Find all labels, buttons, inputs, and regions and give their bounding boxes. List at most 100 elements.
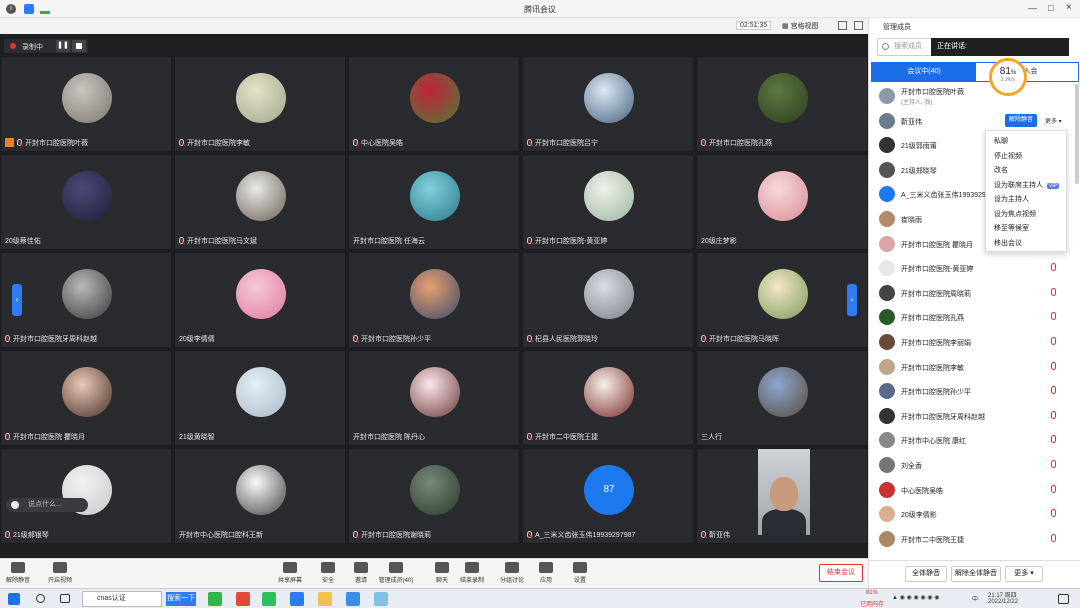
clock-date[interactable]: 2022/12/22 xyxy=(988,599,1018,605)
toolbar-button[interactable]: 开启视频 xyxy=(42,561,78,584)
video-tile[interactable]: 杞县人民医院郭晓玲 xyxy=(522,252,694,348)
video-tile[interactable]: 开封市口腔医院叶薇 xyxy=(0,56,172,152)
member-row[interactable]: 开封市口腔医院李敏 xyxy=(869,355,1075,379)
video-tile[interactable]: 开封市口腔医院 瞿晓月 xyxy=(0,350,172,446)
taskbar-search-icon[interactable] xyxy=(36,594,45,603)
layout-icon[interactable] xyxy=(854,21,863,30)
video-tile[interactable]: 三人行 xyxy=(696,350,868,446)
menu-item[interactable]: 设为主持人 xyxy=(994,194,1029,204)
task-view-icon[interactable] xyxy=(60,594,70,603)
video-tile[interactable]: 开封市口腔医院 陈丹心 xyxy=(348,350,520,446)
video-tile[interactable]: 20级李倩倩 xyxy=(174,252,346,348)
menu-item[interactable]: 停止视频 xyxy=(994,151,1022,161)
menu-item[interactable]: 设为焦点视频 xyxy=(994,209,1036,219)
mic-muted-icon[interactable] xyxy=(1051,361,1056,370)
toolbar-button[interactable]: 分组讨论 xyxy=(494,561,530,584)
toolbar-button[interactable]: 安全 xyxy=(310,561,346,584)
member-row[interactable]: 开封市口腔医院-黄亚婷 xyxy=(869,256,1075,280)
app-icon-tencent-meeting[interactable] xyxy=(290,592,304,606)
video-tile[interactable]: 20级庄梦影 xyxy=(696,154,868,250)
tab-in-meeting[interactable]: 会议中(40) xyxy=(872,63,976,81)
video-tile[interactable]: 开封市口腔医院-黄亚婷 xyxy=(522,154,694,250)
app-icon-wps[interactable] xyxy=(236,592,250,606)
chat-input[interactable]: 说点什么... xyxy=(6,498,88,512)
notification-icon[interactable] xyxy=(1058,594,1069,604)
app-icon-green[interactable] xyxy=(208,592,222,606)
member-more-button[interactable]: 更多 ▾ xyxy=(1045,116,1062,125)
next-page-arrow[interactable]: › xyxy=(847,284,857,316)
app-icon-wechat[interactable] xyxy=(262,592,276,606)
mic-muted-icon[interactable] xyxy=(1051,533,1056,542)
toolbar-button[interactable]: 解除静音 xyxy=(0,561,36,584)
video-tile[interactable]: 开封市口腔医院 任海云 xyxy=(348,154,520,250)
mute-all-button[interactable]: 全体静音 xyxy=(905,566,947,582)
video-tile[interactable]: 开封市口腔医院孙少平 xyxy=(348,252,520,348)
toolbar-button[interactable]: 结束录制 xyxy=(454,561,490,584)
member-row[interactable]: 开封市二中医院王捷 xyxy=(869,527,1075,551)
menu-item[interactable]: 设为联席主持人 VIP xyxy=(994,180,1060,190)
maximize-button[interactable]: □ xyxy=(1048,3,1053,13)
more-footer-button[interactable]: 更多 ▾ xyxy=(1005,566,1043,582)
video-tile[interactable]: 21级郝银琴 xyxy=(0,448,172,544)
toolbar-button[interactable]: 设置 xyxy=(562,561,598,584)
video-tile[interactable]: 开封市口腔医院牙周科赵越 xyxy=(0,252,172,348)
mic-muted-icon[interactable] xyxy=(1051,410,1056,419)
app-icon-tool[interactable] xyxy=(374,592,388,606)
mic-muted-icon[interactable] xyxy=(1051,287,1056,296)
video-tile[interactable]: 中心医院吴皓 xyxy=(348,56,520,152)
video-tile[interactable]: 20级蔡佳佑 xyxy=(0,154,172,250)
video-tile[interactable]: 开封市口腔医院马文斌 xyxy=(174,154,346,250)
stop-record-button[interactable] xyxy=(72,40,86,52)
mic-muted-icon[interactable] xyxy=(1051,263,1056,272)
member-row[interactable]: 开封市口腔医院叶薇 (主持人, 我) xyxy=(869,84,1075,108)
taskbar-search-input[interactable]: cnas认证 xyxy=(82,591,162,607)
prev-page-arrow[interactable]: ‹ xyxy=(12,284,22,316)
toolbar-button[interactable]: 邀请 xyxy=(343,561,379,584)
member-row[interactable]: 开封市中心医院 康红 xyxy=(869,428,1075,452)
view-switch-button[interactable]: ▦ 宫格视图 xyxy=(782,21,819,31)
video-tile[interactable]: 开封市口腔医院吕宁 xyxy=(522,56,694,152)
video-tile[interactable]: 靳亚伟 xyxy=(696,448,868,544)
fullscreen-icon[interactable] xyxy=(838,21,847,30)
windows-start-icon[interactable] xyxy=(8,593,20,605)
toolbar-button[interactable]: 共享屏幕 xyxy=(272,561,308,584)
mic-muted-icon[interactable] xyxy=(1051,435,1056,444)
taskbar-search-button[interactable]: 搜索一下 xyxy=(166,592,196,606)
member-row[interactable]: 靳亚伟 解除静音 更多 ▾ xyxy=(869,109,1075,133)
member-row[interactable]: 20级李倩影 xyxy=(869,502,1075,526)
mic-muted-icon[interactable] xyxy=(1051,509,1056,518)
video-tile[interactable]: 21级黄晓智 xyxy=(174,350,346,446)
end-meeting-button[interactable]: 结束会议 xyxy=(819,564,863,582)
menu-item[interactable]: 改名 xyxy=(994,165,1008,175)
member-row[interactable]: 开封市口腔医院牙周科赵越 xyxy=(869,404,1075,428)
app-icon-folder[interactable] xyxy=(318,592,332,606)
unmute-member-button[interactable]: 解除静音 xyxy=(1005,113,1037,127)
video-tile[interactable]: 开封市口腔医院马晓晖 xyxy=(696,252,868,348)
video-tile[interactable]: 开封市口腔医院孔燕 xyxy=(696,56,868,152)
menu-item[interactable]: 移至等候室 xyxy=(994,223,1029,233)
tray-icons[interactable]: ▲ ◉ ◉ ◉ ◉ ◉ ◉ xyxy=(892,594,939,601)
clock-time[interactable]: 21:17 周四 xyxy=(988,590,1017,599)
video-tile[interactable]: 开封市口腔医院谢晓莉 xyxy=(348,448,520,544)
member-row[interactable]: 开封市口腔医院李丽娟 xyxy=(869,330,1075,354)
video-tile[interactable]: 开封市二中医院王捷 xyxy=(522,350,694,446)
member-row[interactable]: 开封市口腔医院孔燕 xyxy=(869,305,1075,329)
video-tile[interactable]: 开封市中心医院口腔科王新 xyxy=(174,448,346,544)
menu-item[interactable]: 私聊 xyxy=(994,136,1008,146)
member-row[interactable]: 开封市口腔医院周晓莉 xyxy=(869,281,1075,305)
mic-muted-icon[interactable] xyxy=(1051,337,1056,345)
member-search-input[interactable]: 搜索成员 xyxy=(877,38,935,56)
video-tile[interactable]: 87 A_三米义齿张玉伟19939297987 xyxy=(522,448,694,544)
toolbar-button[interactable]: 管理成员(40) xyxy=(378,561,414,584)
video-tile[interactable]: 开封市口腔医院李敏 xyxy=(174,56,346,152)
unmute-all-button[interactable]: 解除全体静音 xyxy=(951,566,1001,582)
ime-indicator[interactable]: 中 xyxy=(972,594,978,603)
minimize-button[interactable]: — xyxy=(1028,3,1037,13)
emoji-icon[interactable] xyxy=(11,501,19,509)
mic-muted-icon[interactable] xyxy=(1051,484,1056,493)
member-row[interactable]: 刘全香 xyxy=(869,453,1075,477)
mic-muted-icon[interactable] xyxy=(1051,460,1056,468)
close-button[interactable]: × xyxy=(1066,2,1072,13)
app-icon-store[interactable] xyxy=(346,592,360,606)
member-row[interactable]: 中心医院吴皓 xyxy=(869,478,1075,502)
